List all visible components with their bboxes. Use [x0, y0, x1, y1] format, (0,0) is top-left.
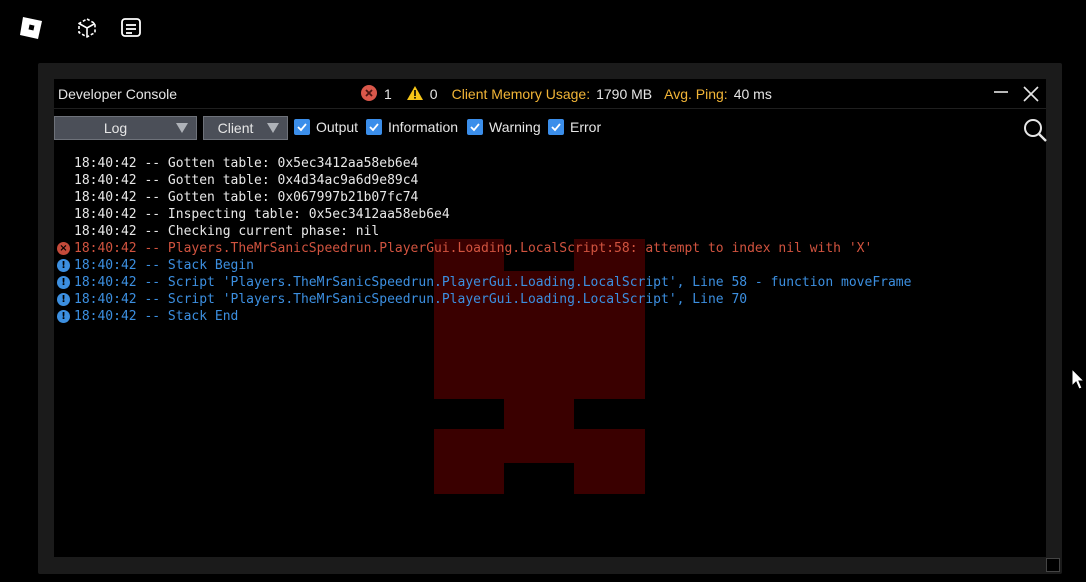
- filter-information-label: Information: [388, 119, 459, 135]
- log-line-output: 18:40:42 -- Checking current phase: nil: [54, 223, 911, 240]
- checkbox-checked-icon: [294, 119, 310, 135]
- log-line-info: ! 18:40:42 -- Script 'Players.TheMrSanicS…: [54, 291, 911, 308]
- console-toolbar: Log Client Output Information Warning Er…: [54, 116, 1048, 143]
- error-icon: ×: [57, 242, 70, 255]
- filter-warning-label: Warning: [489, 119, 541, 135]
- roblox-logo-icon[interactable]: [18, 15, 44, 41]
- info-icon: !: [57, 276, 70, 289]
- chat-icon[interactable]: [118, 15, 144, 41]
- memory-value: 1790 MB: [596, 86, 653, 102]
- filter-output-checkbox[interactable]: Output: [294, 119, 358, 135]
- log-line-output: 18:40:42 -- Gotten table: 0x5ec3412aa58e…: [54, 155, 911, 172]
- log-line-text: 18:40:42 -- Stack Begin: [74, 258, 255, 273]
- checkbox-checked-icon: [467, 119, 483, 135]
- filter-output-label: Output: [316, 119, 359, 135]
- log-line-text: 18:40:42 -- Gotten table: 0x5ec3412aa58e…: [74, 156, 419, 171]
- cube-icon[interactable]: [74, 15, 100, 41]
- developer-console: Developer Console 1 0 Client Memory Usag…: [54, 79, 1048, 557]
- log-line-text: 18:40:42 -- Gotten table: 0x4d34ac9a6d9e…: [74, 173, 419, 188]
- warning-count: 0: [429, 86, 438, 102]
- error-count: 1: [384, 86, 392, 102]
- chevron-down-icon: [176, 123, 188, 133]
- filter-error-label: Error: [570, 119, 602, 135]
- log-line-text: 18:40:42 -- Inspecting table: 0x5ec3412a…: [74, 207, 450, 222]
- log-line-info: ! 18:40:42 -- Script 'Players.TheMrSanicS…: [54, 274, 911, 291]
- checkbox-checked-icon: [366, 119, 382, 135]
- error-count-icon: [360, 84, 378, 105]
- search-icon: [1024, 119, 1047, 142]
- chevron-down-icon: [267, 123, 279, 133]
- log-list: 18:40:42 -- Gotten table: 0x5ec3412aa58e…: [54, 155, 911, 325]
- console-title: Developer Console: [58, 86, 178, 102]
- log-line-text: 18:40:42 -- Checking current phase: nil: [74, 224, 380, 239]
- log-line-error: × 18:40:42 -- Players.TheMrSanicSpeedrun.…: [54, 240, 911, 257]
- log-line-text: 18:40:42 -- Gotten table: 0x067997b21b07…: [74, 190, 419, 205]
- info-icon: !: [57, 293, 70, 306]
- log-view-dropdown-label: Log: [103, 120, 128, 136]
- ping-label: Avg. Ping:: [664, 86, 728, 102]
- search-button[interactable]: [1022, 117, 1048, 143]
- log-line-text: 18:40:42 -- Script 'Players.TheMrSanicSp…: [74, 292, 748, 307]
- client-server-dropdown-label: Client: [217, 120, 254, 136]
- log-line-output: 18:40:42 -- Inspecting table: 0x5ec3412a…: [54, 206, 911, 223]
- log-view-dropdown[interactable]: Log: [54, 116, 197, 140]
- log-line-text: 18:40:42 -- Stack End: [74, 309, 239, 324]
- close-icon: [1023, 86, 1039, 102]
- close-button[interactable]: [1022, 85, 1040, 103]
- filter-warning-checkbox[interactable]: Warning: [467, 119, 541, 135]
- filter-error-checkbox[interactable]: Error: [548, 119, 601, 135]
- log-output-area[interactable]: 18:40:42 -- Gotten table: 0x5ec3412aa58e…: [54, 155, 1046, 555]
- mouse-cursor-icon: [1071, 367, 1086, 394]
- client-server-dropdown[interactable]: Client: [203, 116, 288, 140]
- log-line-text: 18:40:42 -- Script 'Players.TheMrSanicSp…: [74, 275, 912, 290]
- checkbox-checked-icon: [548, 119, 564, 135]
- ping-value: 40 ms: [733, 86, 772, 102]
- resize-handle[interactable]: [1046, 558, 1060, 572]
- info-icon: !: [57, 310, 70, 323]
- memory-label: Client Memory Usage:: [451, 86, 591, 102]
- info-icon: !: [57, 259, 70, 272]
- minimize-button[interactable]: [992, 85, 1010, 103]
- log-line-text: 18:40:42 -- Players.TheMrSanicSpeedrun.P…: [74, 241, 873, 256]
- minimize-icon: [994, 91, 1008, 93]
- console-stats: 1 0 Client Memory Usage: 1790 MB Avg. Pi…: [360, 84, 784, 104]
- log-line-output: 18:40:42 -- Gotten table: 0x4d34ac9a6d9e…: [54, 172, 911, 189]
- console-titlebar[interactable]: Developer Console 1 0 Client Memory Usag…: [54, 79, 1046, 109]
- log-line-info: ! 18:40:42 -- Stack End: [54, 308, 911, 325]
- log-line-output: 18:40:42 -- Gotten table: 0x067997b21b07…: [54, 189, 911, 206]
- warning-count-icon: [406, 85, 424, 104]
- log-line-info: ! 18:40:42 -- Stack Begin: [54, 257, 911, 274]
- filter-information-checkbox[interactable]: Information: [366, 119, 458, 135]
